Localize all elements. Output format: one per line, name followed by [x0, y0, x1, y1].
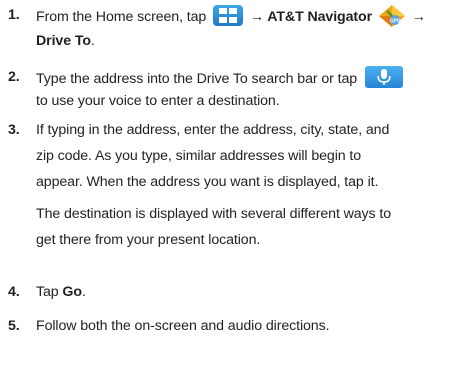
step-text: .: [90, 33, 95, 49]
step-text: .: [81, 284, 86, 300]
step-text: zip code. As you type, similar addresses…: [36, 148, 362, 164]
step-text: Tap: [36, 284, 63, 300]
step-text: The destination is displayed with severa…: [36, 206, 392, 222]
step-2-line-1: Type the address into the Drive To searc…: [36, 66, 403, 88]
step-3-line-5: get there from your present location.: [36, 229, 260, 251]
step-3-line-1: If typing in the address, enter the addr…: [36, 119, 389, 141]
step-1-line-2: Drive To.: [36, 30, 95, 52]
step-2-line-2: to use your voice to enter a destination…: [36, 90, 280, 112]
step-number: 3.: [8, 122, 20, 138]
step-3-line-3: appear. When the address you want is dis…: [36, 171, 378, 193]
step-text: From the Home screen, tap: [36, 9, 207, 25]
step-text: If typing in the address, enter the addr…: [36, 122, 390, 138]
step-3-line-2: zip code. As you type, similar addresses…: [36, 145, 361, 167]
apps-grid-icon: [213, 5, 244, 26]
svg-text:GPS: GPS: [390, 19, 401, 25]
step-1-line-1: From the Home screen, tap → AT&T Navigat…: [36, 4, 426, 28]
step-text: to use your voice to enter a destination…: [36, 93, 280, 109]
step-text: get there from your present location.: [36, 232, 261, 248]
step-text: Type the address into the Drive To searc…: [36, 71, 358, 87]
step-number: 4.: [8, 284, 20, 300]
step-text-bold: → AT&T Navigator: [249, 9, 373, 25]
step-3-line-4: The destination is displayed with severa…: [36, 203, 391, 225]
step-4-line-1: Tap Go.: [36, 281, 86, 303]
step-number: 2.: [8, 69, 20, 85]
go-label: Go: [62, 284, 82, 300]
step-text: Follow both the on-screen and audio dire…: [36, 318, 330, 334]
step-text: appear. When the address you want is dis…: [36, 174, 379, 190]
microphone-icon: [364, 66, 403, 88]
drive-to-label: Drive To: [36, 33, 91, 49]
att-navigator-gps-icon: GPS: [378, 4, 406, 28]
step-5-line-1: Follow both the on-screen and audio dire…: [36, 315, 330, 337]
step-number: 1.: [8, 7, 20, 23]
step-number: 5.: [8, 318, 20, 334]
step-text-bold: →: [411, 9, 426, 25]
